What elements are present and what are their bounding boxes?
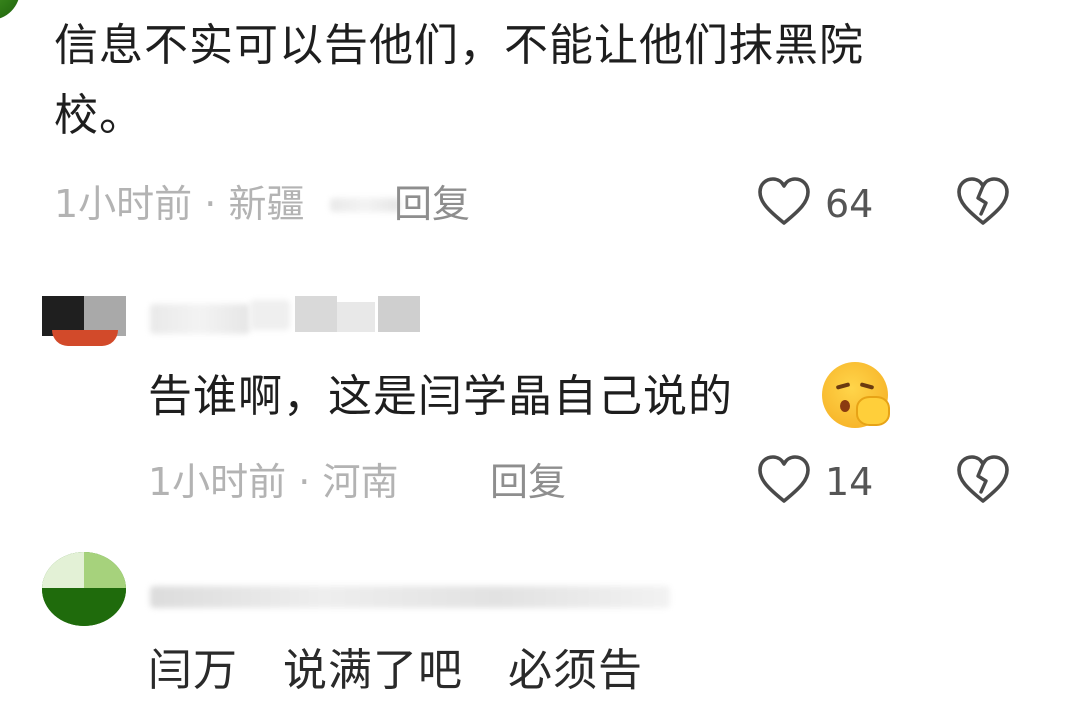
comment-meta: 1小时前 · 河南 <box>148 458 398 506</box>
meta-separator: · <box>204 182 217 226</box>
shush-emoji-icon <box>822 362 890 428</box>
avatar[interactable] <box>0 0 20 20</box>
comment-text: 告谁啊，这是闫学晶自己说的 <box>148 371 733 422</box>
comment-text-partial: 闫万 说满了吧 必须告 <box>148 645 643 696</box>
comment-location: 新疆 <box>228 182 305 226</box>
comment-text: 信息不实可以告他们，不能让他们抹黑院 校。 <box>54 20 864 141</box>
comment-location: 河南 <box>322 460 399 504</box>
reply-button[interactable]: 回复 <box>394 180 470 228</box>
avatar-part <box>52 330 118 346</box>
broken-heart-icon[interactable] <box>955 174 1011 228</box>
blur-patch <box>330 198 400 212</box>
username-blurred <box>150 586 670 608</box>
username-blurred <box>150 296 430 336</box>
meta-separator: · <box>298 460 311 504</box>
heart-outline-icon[interactable] <box>756 174 812 228</box>
comment-time: 1小时前 <box>148 460 287 504</box>
comment-time: 1小时前 <box>54 182 193 226</box>
avatar[interactable] <box>42 552 126 626</box>
heart-outline-icon[interactable] <box>756 452 812 506</box>
broken-heart-icon[interactable] <box>955 452 1011 506</box>
like-count: 14 <box>825 460 874 504</box>
like-count: 64 <box>825 182 874 226</box>
reply-button[interactable]: 回复 <box>490 458 566 506</box>
comment-meta: 1小时前 · 新疆 <box>54 180 304 228</box>
